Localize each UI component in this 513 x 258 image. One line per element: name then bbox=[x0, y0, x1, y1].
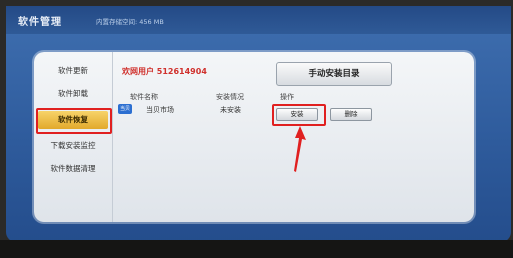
highlight-box bbox=[272, 104, 326, 126]
user-id: 欢网用户 512614904 bbox=[122, 67, 207, 76]
app-name: 当贝市场 bbox=[146, 106, 174, 114]
sidebar-item-data-cleanup[interactable]: 软件数据清理 bbox=[38, 160, 108, 178]
sidebar: 软件更新 软件卸载 软件恢复 下载安装监控 软件数据清理 bbox=[34, 52, 113, 222]
column-header-action: 操作 bbox=[280, 93, 294, 101]
app-title: 软件管理 bbox=[18, 17, 62, 28]
tv-bezel bbox=[0, 240, 513, 258]
title-bar: 软件管理 内置存储空间: 456 MB bbox=[6, 6, 511, 34]
install-status: 未安装 bbox=[220, 106, 241, 114]
app-icon: 当贝 bbox=[118, 104, 132, 114]
highlight-box bbox=[36, 108, 112, 134]
sidebar-item-software-restore[interactable]: 软件恢复 bbox=[36, 108, 112, 134]
sidebar-item-software-uninstall[interactable]: 软件卸载 bbox=[38, 85, 108, 103]
pointer-arrow-icon bbox=[294, 126, 306, 172]
main-panel: 软件更新 软件卸载 软件恢复 下载安装监控 软件数据清理 欢网用户 512614… bbox=[34, 52, 474, 222]
column-header-status: 安装情况 bbox=[216, 93, 244, 101]
tv-screen: 软件管理 内置存储空间: 456 MB 软件更新 软件卸载 软件恢复 下载安装监… bbox=[6, 6, 511, 242]
delete-button[interactable]: 删除 bbox=[330, 108, 372, 121]
column-header-name: 软件名称 bbox=[130, 93, 158, 101]
storage-info: 内置存储空间: 456 MB bbox=[96, 18, 164, 26]
sidebar-item-download-monitor[interactable]: 下载安装监控 bbox=[38, 137, 108, 155]
manual-install-dir-button[interactable]: 手动安装目录 bbox=[276, 62, 392, 86]
sidebar-item-software-update[interactable]: 软件更新 bbox=[38, 62, 108, 80]
